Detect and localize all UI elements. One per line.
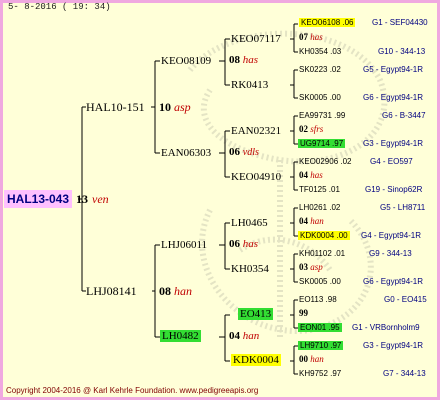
gen3-c-id[interactable]: LHJ06011 — [161, 240, 207, 251]
gen4-d1-id[interactable]: EO413 — [238, 308, 274, 320]
gen4-a1-breeder: has — [310, 32, 323, 42]
gen4-d2-breeder: han — [310, 354, 324, 364]
gen4-b1-info: 02 sfrs — [299, 125, 323, 134]
sire-breeder: asp — [174, 100, 191, 114]
gen4-d2-year: 00 — [299, 354, 308, 364]
gen3-d-year: 04 — [229, 330, 240, 342]
gen3-b-year: 06 — [229, 146, 240, 158]
gen5-loc-13: G1 - VRBornholm9 — [352, 323, 420, 332]
gen4-d2-info: 00 han — [299, 355, 324, 364]
gen5-loc-3: G6 - Egypt94-1R — [363, 93, 424, 102]
root-breeder: ven — [92, 192, 109, 206]
gen5-loc-4: G6 - B-3447 — [382, 111, 426, 120]
gen5-loc-7: G19 - Sinop62R — [365, 185, 423, 194]
gen5-id-2[interactable]: SK0223 .02 — [299, 66, 341, 74]
gen4-c1-year: 04 — [299, 216, 308, 226]
gen5-loc-8: G5 - LH8711 — [380, 203, 426, 212]
dam-year: 08 — [159, 284, 171, 298]
gen4-d1-label: EO413 — [238, 308, 274, 320]
gen4-c1-info: 04 han — [299, 217, 324, 226]
gen4-a1-year: 07 — [299, 32, 308, 42]
gen3-b-id[interactable]: EAN06303 — [161, 148, 211, 159]
gen4-b1-breeder: sfrs — [310, 124, 324, 134]
gen4-d1-info: 99 — [299, 309, 308, 318]
gen5-id-1[interactable]: KH0354 .03 — [299, 48, 341, 56]
copyright-footer: Copyright 2004-2016 @ Karl Kehrle Founda… — [6, 386, 259, 395]
gen4-d2-id[interactable]: KDK0004 — [231, 354, 281, 366]
gen5-id-10[interactable]: KH01102 .01 — [299, 250, 345, 258]
gen4-b1-year: 02 — [299, 124, 308, 134]
gen3-c-breeder: has — [242, 238, 259, 250]
gen3-d-id[interactable]: LH0482 — [160, 330, 201, 342]
gen5-id-11[interactable]: SK0005 .00 — [299, 278, 341, 286]
gen3-a-id[interactable]: KEO08109 — [161, 56, 211, 67]
gen4-c1-breeder: han — [310, 216, 324, 226]
gen3-d-label: LH0482 — [160, 330, 201, 342]
dam-info: 08 han — [159, 285, 192, 297]
gen5-id-6[interactable]: KEO02906 .02 — [299, 158, 351, 166]
gen4-b2-breeder: has — [310, 170, 323, 180]
sire-year: 10 — [159, 100, 171, 114]
gen4-b1-id[interactable]: EAN02321 — [231, 126, 281, 137]
gen5-id-5[interactable]: UG9714 .97 — [298, 139, 346, 148]
root-id: HAL13-043 — [4, 190, 73, 208]
gen5-id-14[interactable]: LH9710 .97 — [298, 341, 344, 350]
gen5-loc-9: G4 - Egypt94-1R — [361, 231, 422, 240]
gen4-b2-id[interactable]: KEO04910 — [231, 172, 281, 183]
gen5-id-12[interactable]: EO113 .98 — [299, 296, 337, 304]
gen5-id-0[interactable]: KEO06108 .06 — [299, 18, 356, 27]
gen4-d2-label: KDK0004 — [231, 354, 281, 366]
gen4-a2-id[interactable]: RK0413 — [231, 80, 268, 91]
sire-id[interactable]: HAL10-151 — [86, 101, 145, 113]
gen5-id-13[interactable]: EON01 .95 — [298, 323, 342, 332]
gen4-a1-id[interactable]: KEO07117 — [231, 34, 281, 45]
gen5-id-15[interactable]: KH9752 .97 — [299, 370, 341, 378]
sire-info: 10 asp — [159, 101, 191, 113]
gen5-loc-1: G10 - 344-13 — [378, 47, 426, 56]
gen4-c2-breeder: asp — [310, 262, 323, 272]
gen5-label-0: KEO06108 .06 — [299, 18, 356, 27]
dam-breeder: han — [174, 284, 192, 298]
gen3-c-year: 06 — [229, 238, 240, 250]
gen4-c1-id[interactable]: LH0465 — [231, 218, 268, 229]
gen4-c2-info: 03 asp — [299, 263, 323, 272]
gen5-loc-11: G6 - Egypt94-1R — [363, 277, 424, 286]
gen5-id-9[interactable]: KDK0004 .00 — [298, 231, 350, 240]
gen4-a1-info: 07 has — [299, 33, 323, 42]
gen5-id-4[interactable]: EA99731 .99 — [299, 112, 345, 120]
gen5-id-3[interactable]: SK0005 .00 — [299, 94, 341, 102]
gen5-label-13: EON01 .95 — [298, 323, 342, 332]
gen4-b2-year: 04 — [299, 170, 308, 180]
gen4-c2-year: 03 — [299, 262, 308, 272]
gen5-loc-10: G9 - 344-13 — [369, 249, 412, 258]
gen5-label-14: LH9710 .97 — [298, 341, 344, 350]
gen4-d1-year: 99 — [299, 308, 308, 318]
gen3-b-info: 06 vdls — [229, 147, 259, 158]
root-queen[interactable]: HAL13-043 13 ven — [4, 190, 109, 208]
gen5-loc-15: G7 - 344-13 — [383, 369, 426, 378]
gen3-a-info: 08 has — [229, 55, 258, 66]
gen3-d-breeder: han — [242, 330, 260, 342]
gen5-label-9: KDK0004 .00 — [298, 231, 350, 240]
root-year: 13 — [76, 192, 89, 206]
gen3-a-year: 08 — [229, 54, 240, 66]
gen5-id-8[interactable]: LH0261 .02 — [299, 204, 340, 212]
gen5-id-7[interactable]: TF0125 .01 — [299, 186, 340, 194]
gen4-b2-info: 04 has — [299, 171, 323, 180]
gen3-c-info: 06 has — [229, 239, 258, 250]
gen3-b-breeder: vdls — [242, 147, 259, 158]
dam-id[interactable]: LHJ08141 — [86, 285, 137, 297]
gen5-label-5: UG9714 .97 — [298, 139, 346, 148]
gen5-loc-12: G0 - EO415 — [384, 295, 427, 304]
gen5-loc-0: G1 - SEF04430 — [372, 18, 428, 27]
gen4-c2-id[interactable]: KH0354 — [231, 264, 269, 275]
gen5-loc-14: G3 - Egypt94-1R — [363, 341, 424, 350]
gen5-loc-6: G4 - EO597 — [370, 157, 413, 166]
gen3-a-breeder: has — [242, 54, 259, 66]
gen3-d-info: 04 han — [229, 331, 259, 342]
gen5-loc-5: G3 - Egypt94-1R — [363, 139, 424, 148]
gen5-loc-2: G5 - Egypt94-1R — [363, 65, 424, 74]
